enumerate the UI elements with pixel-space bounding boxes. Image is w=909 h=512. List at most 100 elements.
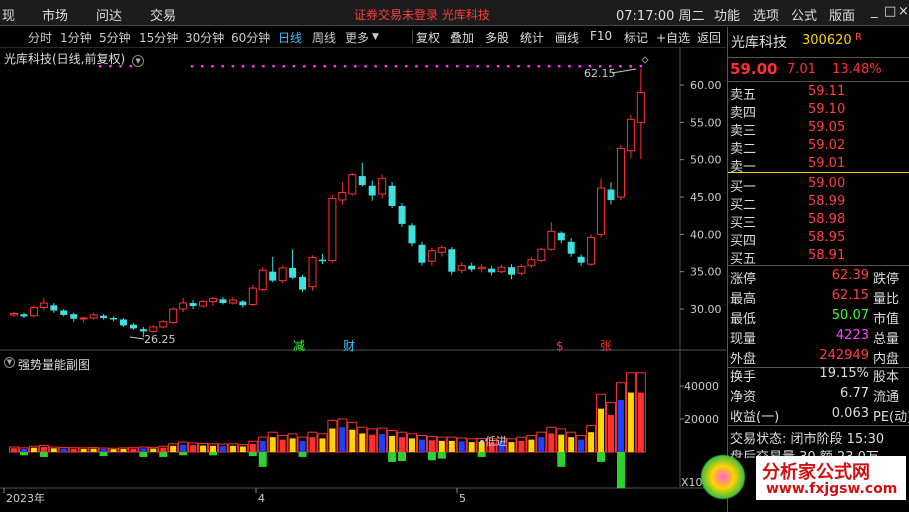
event-marker: 财 [343,339,355,353]
toolbar-divider [412,30,413,44]
volume-bar [11,448,17,452]
volume-bar [20,448,27,452]
candle-body [289,267,297,278]
tool-mark[interactable]: 标记 [624,29,648,46]
candle-body [577,256,585,263]
stat-label: 最低 [730,312,757,327]
stat-label: 总量 [873,332,900,347]
menu-item-wenda[interactable]: 问达 [96,5,122,24]
volume-bar [598,408,605,452]
period-5min[interactable]: 5分钟 [99,29,131,46]
period-30min[interactable]: 30分钟 [185,29,224,46]
tool-multi-stock[interactable]: 多股 [485,29,509,46]
tool-back[interactable]: 返回 [697,29,721,46]
kline-chart[interactable]: 60.00 55.00 50.00 45.00 40.00 35.00 30.00 40000… [0,47,726,512]
bid-level-label: 买一 [730,180,757,195]
candle-body [457,265,466,271]
volume-bar [518,440,525,452]
ask-level-price: 59.10 [808,102,846,117]
candlesticks [10,68,645,337]
stock-code: 300620 [802,33,852,48]
price-change: 7.01 [787,62,816,77]
event-marker: 张 [600,339,612,353]
tool-overlay[interactable]: 叠加 [450,29,474,46]
sub-y-tick-label: 20000 [684,413,719,426]
candle-body [427,250,436,262]
tool-adjust[interactable]: 复权 [416,29,440,46]
candle-body [219,299,227,304]
menu-item-market[interactable]: 市场 [42,5,68,24]
period-1min[interactable]: 1分钟 [60,29,92,46]
period-60min[interactable]: 60分钟 [231,29,270,46]
period-toolbar: 分时 1分钟 5分钟 15分钟 30分钟 60分钟 日线 周线 更多 ▼ 复权 … [0,27,726,47]
candle-body [20,314,28,317]
event-marker: 减 [293,339,305,353]
minimize-icon[interactable]: _ [871,4,878,19]
menu-item-formula[interactable]: 公式 [791,5,817,24]
candle-body [209,298,217,303]
candle-body [10,312,18,316]
volume-neg-bar [597,452,606,462]
period-weekly[interactable]: 周线 [312,29,336,46]
candle-body [388,185,396,206]
volume-bar [110,449,117,452]
close-icon[interactable]: × [898,4,909,19]
volume-bar [428,440,435,452]
maximize-icon[interactable]: □ [884,4,896,19]
volume-bar [617,400,624,452]
y-tick-label: 40.00 [690,228,722,241]
tool-statistics[interactable]: 统计 [520,29,544,46]
tool-add-watchlist[interactable]: +自选 [656,29,690,46]
event-marker: $ [556,339,564,353]
volume-neg-bar [209,452,217,456]
stat-label: 内盘 [873,352,900,367]
stat-label: 收益(一) [730,410,780,425]
stat-label: 流通 [873,390,900,405]
bid-level-label: 买三 [730,216,757,231]
signal-dot [496,65,500,68]
period-more[interactable]: 更多 [345,29,369,46]
candle-body [378,177,387,195]
candle-body [110,317,117,320]
menu-item-trade[interactable]: 交易 [150,5,176,24]
signal-dot [639,65,643,68]
volume-bar [180,444,187,452]
stat-value: 50.07 [831,308,869,323]
low-price-label: 26.25 [144,333,176,346]
volume-bar [80,448,87,452]
menu-item-layout[interactable]: 版面 [829,5,855,24]
menu-item-view[interactable]: 现 [2,5,15,24]
period-daily[interactable]: 日线 [278,29,302,46]
signal-dot [374,65,377,68]
volume-bar [627,392,634,452]
candle-body [50,305,58,311]
volume-bar [538,437,545,452]
signal-dot [262,65,265,68]
volume-neg-bar [427,452,436,461]
stock-name: 光库科技 [731,35,787,51]
chevron-down-icon[interactable]: ▼ [372,32,379,42]
signal-dot [558,65,561,68]
y-tick-label: 60.00 [690,79,722,92]
signal-dot [547,65,551,68]
signal-dot [486,65,490,68]
y-tick-label: 55.00 [690,116,722,129]
tool-draw-line[interactable]: 画线 [555,29,579,46]
tool-f10[interactable]: F10 [590,29,612,43]
volume-bar [448,440,455,452]
signal-dot [384,65,388,68]
candle-body [328,197,337,261]
y-tick-label: 45.00 [690,191,722,204]
menu-item-options[interactable]: 选项 [753,5,779,24]
signal-dot [517,65,520,68]
bid-level-label: 买二 [730,198,757,213]
signal-dot [129,65,133,68]
volume-bar [229,445,236,452]
menu-item-function[interactable]: 功能 [714,5,740,24]
volume-bar [379,434,386,452]
period-15min[interactable]: 15分钟 [139,29,178,46]
candle-body [159,321,168,328]
period-intraday[interactable]: 分时 [28,29,52,46]
signal-dot [578,65,581,68]
candle-body [418,244,426,263]
